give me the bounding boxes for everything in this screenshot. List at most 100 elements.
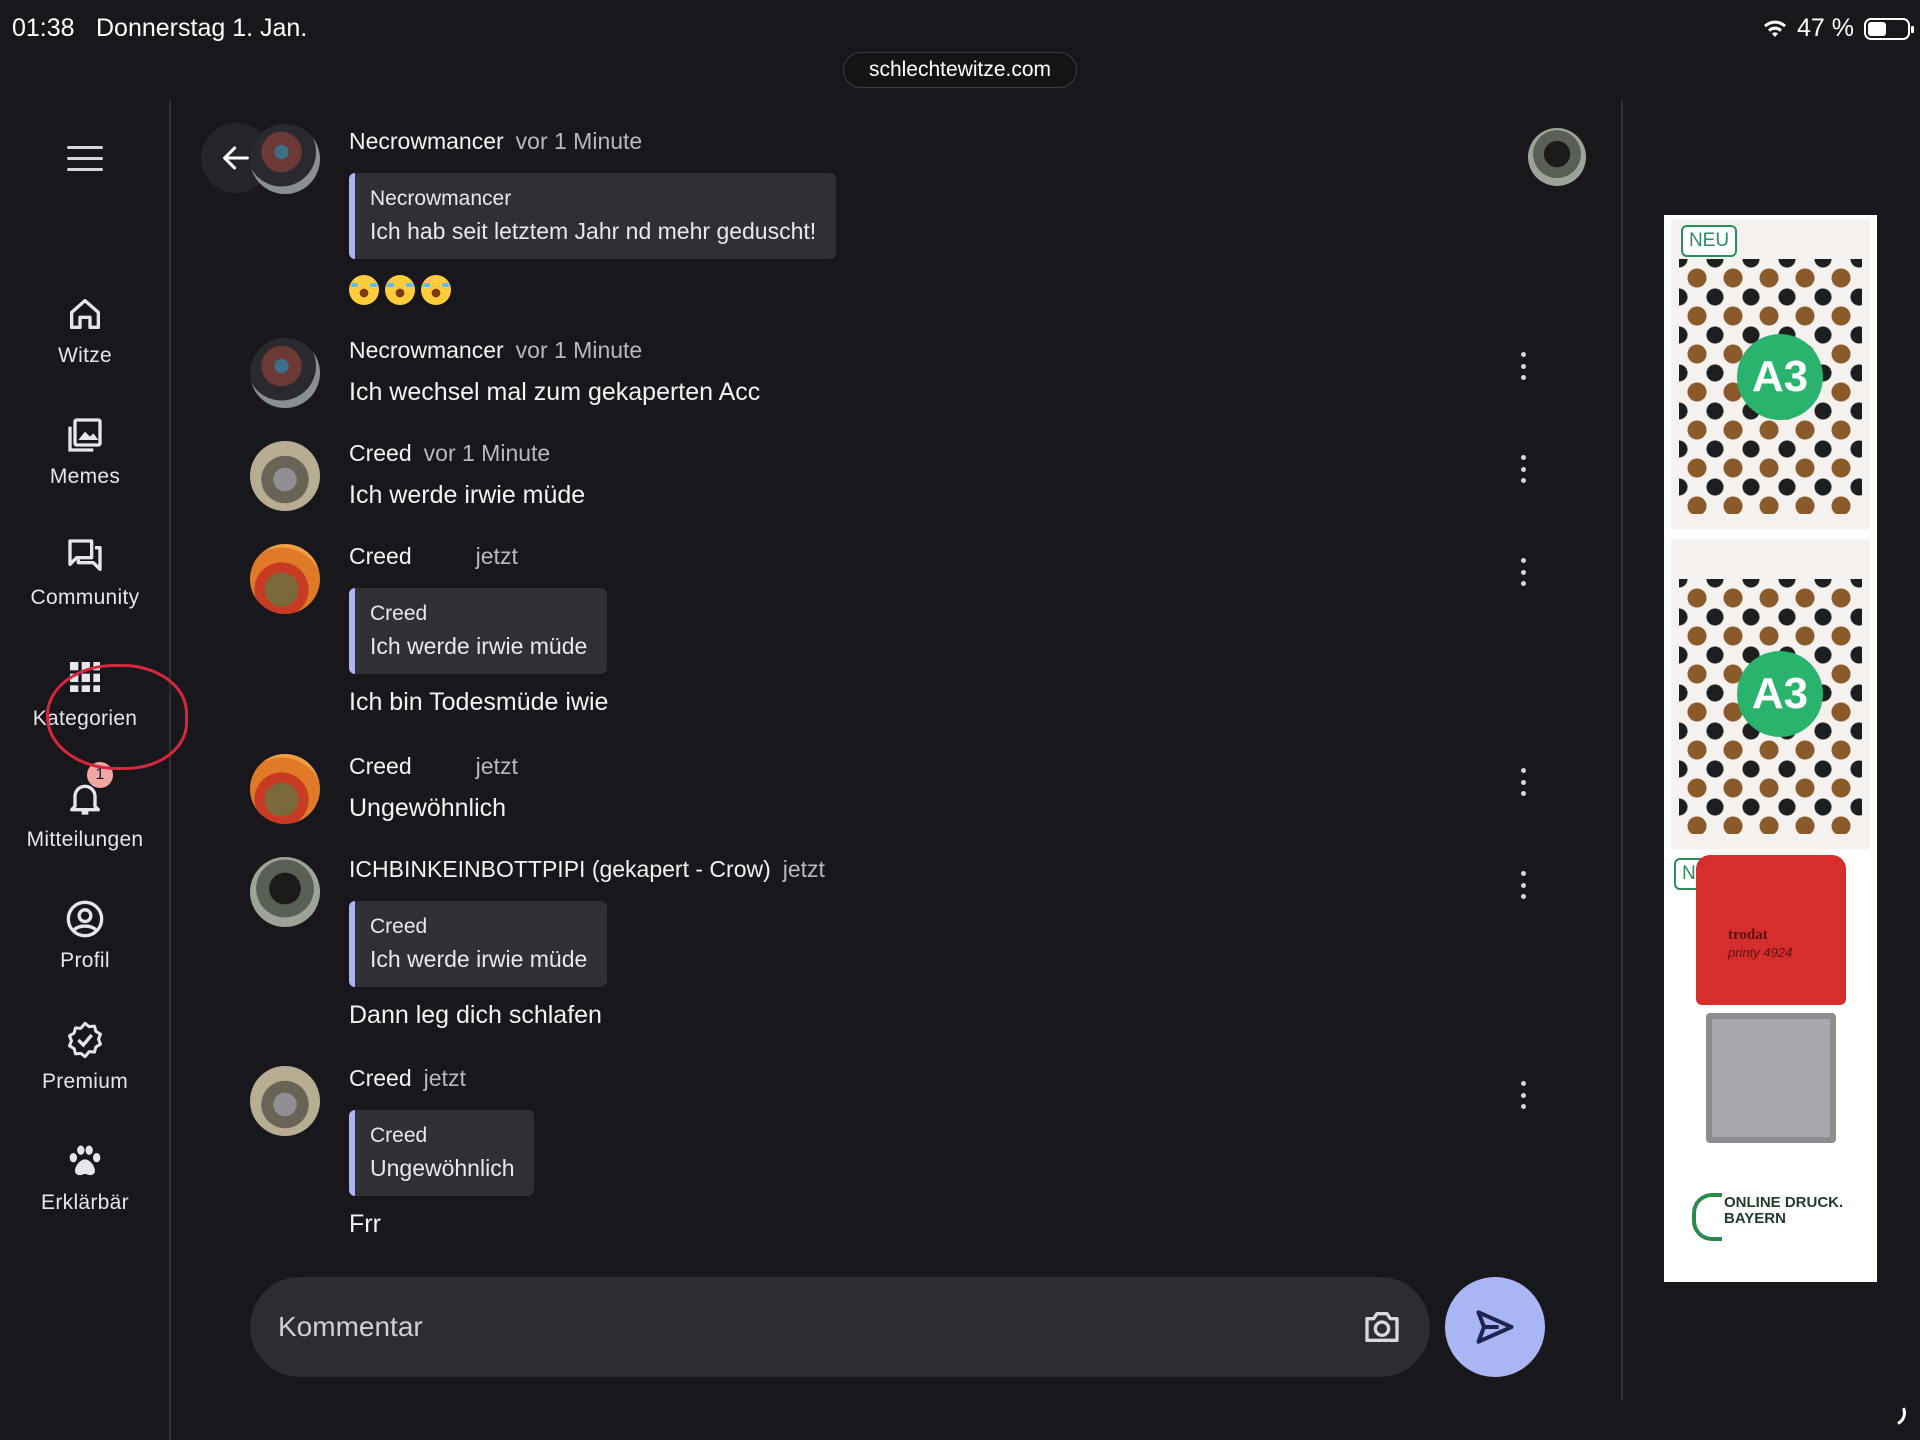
- comment: Creed jetzt Ungewöhnlich: [349, 753, 518, 823]
- quote-text: Ich werde irwie müde: [370, 633, 588, 659]
- comment-text: Frr: [349, 1210, 381, 1238]
- stamp-brand: trodat: [1728, 927, 1768, 943]
- sidebar-item-mitteilungen[interactable]: 1 Mitteilungen: [0, 762, 170, 852]
- account-icon: [66, 900, 104, 938]
- comment: Creed vor 1 Minute Ich werde irwie müde: [349, 440, 585, 510]
- send-icon: [1476, 1310, 1514, 1344]
- more-options-icon[interactable]: [1517, 768, 1529, 796]
- verified-icon: [68, 1021, 102, 1059]
- ad-new-badge: NEU: [1681, 225, 1737, 257]
- comment-author[interactable]: ICHBINKEINBOTTPIPI (gekapert - Crow): [349, 856, 771, 882]
- more-options-icon[interactable]: [1517, 871, 1529, 899]
- comment-text: Ich bin Todesmüde iwie: [349, 688, 609, 716]
- comment: Necrowmancer vor 1 Minute Necrowmancer Ic…: [349, 128, 837, 305]
- comment-time: vor 1 Minute: [423, 440, 551, 466]
- more-options-icon[interactable]: [1517, 1081, 1529, 1109]
- sidebar-item-label: Mitteilungen: [26, 828, 144, 851]
- comment: ICHBINKEINBOTTPIPI (gekapert - Crow) jetz…: [349, 856, 825, 1030]
- content-divider: [1621, 100, 1623, 1400]
- quoted-comment[interactable]: Creed Ich werde irwie müde: [349, 588, 608, 674]
- comment-author[interactable]: Necrowmancer: [349, 337, 504, 363]
- quote-author: Creed: [370, 915, 428, 938]
- more-options-icon[interactable]: [1517, 558, 1529, 586]
- avatar[interactable]: [250, 124, 320, 194]
- forum-icon: [68, 539, 102, 571]
- comment-author[interactable]: Necrowmancer: [349, 128, 504, 154]
- advertiser-logo-icon: [1692, 1193, 1722, 1241]
- sidebar-item-label: Erklärbär: [41, 1191, 129, 1214]
- red-annotation-circle: [46, 664, 188, 770]
- ad-product-image[interactable]: NEU A3: [1671, 219, 1870, 529]
- comment-author[interactable]: Creed: [349, 1065, 412, 1091]
- sidebar-item-label: Witze: [58, 344, 112, 367]
- avatar[interactable]: [250, 754, 320, 824]
- send-button[interactable]: [1445, 1277, 1545, 1377]
- comment-time: vor 1 Minute: [515, 337, 643, 363]
- more-options-icon[interactable]: [1517, 352, 1529, 380]
- more-options-icon[interactable]: [1517, 455, 1529, 483]
- avatar[interactable]: [1528, 128, 1586, 186]
- advertisement[interactable]: ▷ ⋮ NEU A3 A3 NEU trodat printy 4924 ONL…: [1664, 215, 1877, 1282]
- avatar[interactable]: [250, 857, 320, 927]
- status-indicators: 47 %: [1763, 14, 1914, 43]
- sidebar-item-label: Profil: [60, 949, 110, 972]
- sidebar-item-label: Memes: [49, 465, 121, 488]
- sidebar-item-label: Community: [30, 586, 140, 609]
- avatar[interactable]: [250, 338, 320, 408]
- avatar[interactable]: [250, 441, 320, 511]
- status-time: 01:38: [12, 14, 75, 42]
- avatar[interactable]: [250, 544, 320, 614]
- stamp-model: printy 4924: [1728, 945, 1793, 960]
- sidebar-item-profil[interactable]: Profil: [0, 899, 170, 973]
- status-bar: 01:38 Donnerstag 1. Jan. 47 %: [0, 0, 1920, 56]
- loading-spinner-icon: [1876, 1396, 1910, 1430]
- quote-author: Necrowmancer: [370, 187, 512, 210]
- stamp-product-image[interactable]: trodat printy 4924: [1696, 855, 1846, 1155]
- sidebar-item-community[interactable]: Community: [0, 536, 170, 610]
- comment: Necrowmancer vor 1 Minute Ich wechsel mal…: [349, 337, 760, 407]
- comment-author[interactable]: Creed: [349, 543, 412, 569]
- sidebar-item-erklaerbaer[interactable]: Erklärbär: [0, 1141, 170, 1215]
- paw-icon: [69, 1145, 101, 1176]
- wifi-icon: [1764, 20, 1787, 37]
- camera-icon: [1365, 1312, 1399, 1342]
- quote-author: Creed: [370, 602, 428, 625]
- quoted-comment[interactable]: Necrowmancer Ich hab seit letztem Jahr n…: [349, 173, 837, 259]
- avatar[interactable]: [250, 1066, 320, 1136]
- comment-author[interactable]: Creed: [349, 440, 412, 466]
- comment: Creed jetzt Creed Ungewöhnlich Frr: [349, 1065, 535, 1239]
- comment-text: Ich wechsel mal zum gekaperten Acc: [349, 378, 761, 406]
- hamburger-menu-icon[interactable]: [67, 146, 103, 176]
- quote-text: Ich werde irwie müde: [370, 946, 588, 972]
- comment-input[interactable]: [278, 1311, 1308, 1343]
- sidebar-item-witze[interactable]: Witze: [0, 294, 170, 368]
- comment-text: Ungewöhnlich: [349, 794, 507, 822]
- comment-text: Dann leg dich schlafen: [349, 1001, 602, 1029]
- arrow-left-icon: [223, 146, 249, 170]
- quoted-comment[interactable]: Creed Ich werde irwie müde: [349, 901, 608, 987]
- camera-button[interactable]: [1362, 1307, 1402, 1352]
- comment-text: Ich werde irwie müde: [349, 481, 586, 509]
- battery-icon: [1864, 17, 1914, 40]
- comment-time: jetzt: [782, 856, 825, 882]
- comment-author[interactable]: Creed: [349, 753, 412, 779]
- sidebar-item-premium[interactable]: Premium: [0, 1020, 170, 1094]
- ad-product-image[interactable]: A3: [1671, 539, 1870, 849]
- status-date: Donnerstag 1. Jan.: [96, 14, 308, 42]
- quote-text: Ich hab seit letztem Jahr nd mehr gedusc…: [370, 218, 817, 244]
- ad-product-label: A3: [1737, 334, 1823, 420]
- quoted-comment[interactable]: Creed Ungewöhnlich: [349, 1110, 535, 1196]
- comment-time: jetzt: [475, 753, 518, 779]
- comment-composer: [250, 1277, 1430, 1377]
- sidebar-item-label: Premium: [41, 1070, 129, 1093]
- laughing-emoji: [349, 275, 836, 305]
- url-bar[interactable]: schlechtewitze.com: [843, 52, 1077, 88]
- ad-product-label: A3: [1737, 651, 1823, 737]
- sidebar-item-memes[interactable]: Memes: [0, 415, 170, 489]
- sidebar: Witze Memes Community Kategorien 1 Mitte…: [0, 100, 171, 1440]
- comment-time: vor 1 Minute: [515, 128, 643, 154]
- images-icon: [68, 418, 102, 452]
- advertiser-name: ONLINE DRUCK. BAYERN: [1724, 1194, 1844, 1227]
- comment-time: jetzt: [423, 1065, 466, 1091]
- comment-time: jetzt: [475, 543, 518, 569]
